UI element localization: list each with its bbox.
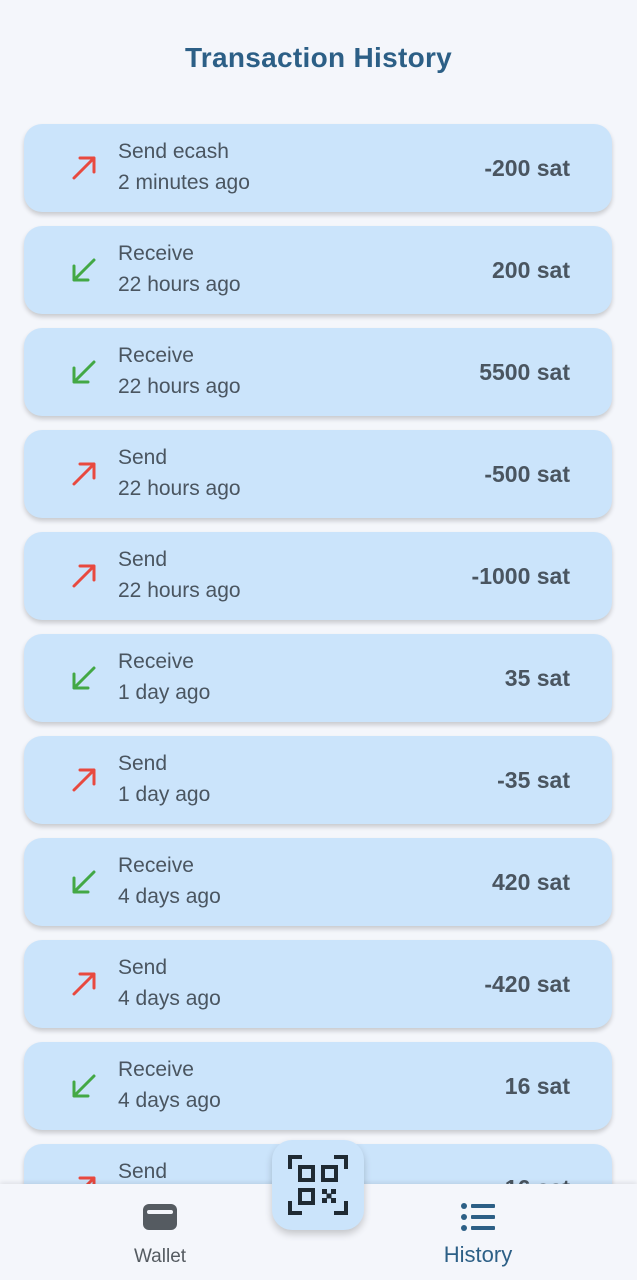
transaction-label: Send: [118, 548, 168, 571]
arrow-up-right-icon: [72, 462, 96, 486]
transaction-label: Receive: [118, 854, 194, 877]
transaction-card[interactable]: Receive 1 day ago 35 sat: [24, 634, 612, 722]
arrow-up-right-icon: [72, 972, 96, 996]
transaction-amount: -35 sat: [497, 767, 570, 793]
arrow-up-right-icon: [72, 768, 96, 792]
transaction-label: Receive: [118, 650, 194, 673]
transaction-time: 22 hours ago: [118, 477, 241, 500]
nav-label-history: History: [443, 1242, 513, 1267]
transaction-amount: -1000 sat: [471, 563, 570, 589]
transaction-amount: -200 sat: [484, 155, 570, 181]
arrow-down-left-icon: [72, 666, 96, 690]
arrow-down-left-icon: [72, 258, 96, 282]
transaction-card[interactable]: Receive 22 hours ago 5500 sat: [24, 328, 612, 416]
transaction-amount: -420 sat: [484, 971, 570, 997]
transaction-label: Receive: [118, 242, 194, 265]
transaction-card[interactable]: Receive 22 hours ago 200 sat: [24, 226, 612, 314]
arrow-down-left-icon: [72, 870, 96, 894]
arrow-down-left-icon: [72, 1074, 96, 1098]
page-title: Transaction History: [184, 42, 453, 73]
transaction-amount: 16 sat: [504, 1073, 570, 1099]
transaction-label: Send: [118, 1160, 168, 1183]
transaction-card[interactable]: Send 22 hours ago -1000 sat: [24, 532, 612, 620]
transaction-card[interactable]: Send ecash 2 minutes ago -200 sat: [24, 124, 612, 212]
transaction-time: 22 hours ago: [118, 273, 241, 296]
transaction-time: 1 day ago: [118, 783, 211, 806]
arrow-down-left-icon: [72, 360, 96, 384]
scan-qr-button[interactable]: [272, 1140, 364, 1230]
nav-item-history[interactable]: History: [398, 1184, 558, 1280]
transaction-label: Receive: [118, 1058, 194, 1081]
nav-item-wallet[interactable]: Wallet: [80, 1184, 240, 1280]
arrow-up-right-icon: [72, 564, 96, 588]
transaction-card[interactable]: Send 4 days ago -420 sat: [24, 940, 612, 1028]
transaction-card[interactable]: Send 1 day ago -35 sat: [24, 736, 612, 824]
transaction-amount: 5500 sat: [479, 359, 570, 385]
arrow-up-right-icon: [72, 156, 96, 180]
transaction-amount: 35 sat: [504, 665, 570, 691]
transaction-time: 22 hours ago: [118, 375, 241, 398]
transaction-list: Send ecash 2 minutes ago -200 sat Receive 22…: [24, 124, 612, 1246]
transaction-time: 2 minutes ago: [118, 171, 250, 194]
transaction-time: 1 day ago: [118, 681, 211, 704]
transaction-time: 22 hours ago: [118, 579, 241, 602]
transaction-label: Send: [118, 752, 168, 775]
transaction-time: 4 days ago: [118, 885, 221, 908]
nav-label-wallet: Wallet: [133, 1246, 187, 1267]
wallet-icon: [143, 1204, 177, 1230]
transaction-card[interactable]: Receive 4 days ago 420 sat: [24, 838, 612, 926]
transaction-label: Receive: [118, 344, 194, 367]
transaction-label: Send ecash: [118, 140, 229, 163]
transaction-label: Send: [118, 446, 168, 469]
transaction-time: 4 days ago: [118, 987, 221, 1010]
transaction-amount: 200 sat: [491, 257, 570, 283]
transaction-amount: -500 sat: [484, 461, 570, 487]
qr-code-scan-icon: [288, 1155, 348, 1215]
transaction-amount: 420 sat: [491, 869, 570, 895]
transaction-card[interactable]: Send 22 hours ago -500 sat: [24, 430, 612, 518]
transaction-card[interactable]: Receive 4 days ago 16 sat: [24, 1042, 612, 1130]
transaction-time: 4 days ago: [118, 1089, 221, 1112]
list-icon: [461, 1203, 495, 1231]
transaction-label: Send: [118, 956, 168, 979]
